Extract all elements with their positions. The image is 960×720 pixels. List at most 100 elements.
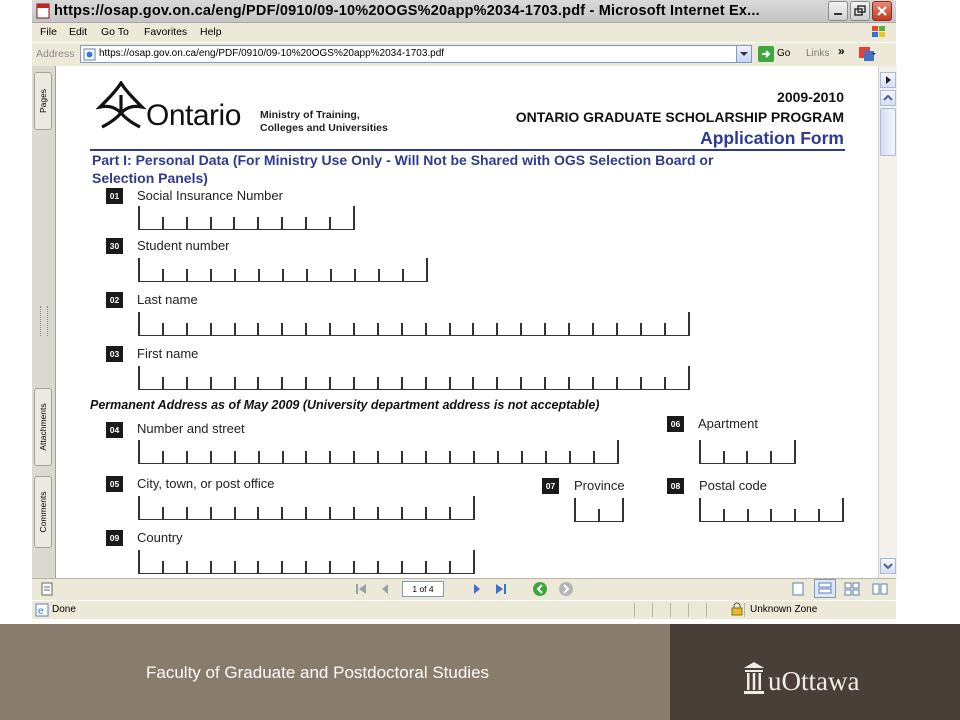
scroll-thumb[interactable] xyxy=(880,108,896,156)
panel-splitter-grip[interactable] xyxy=(40,306,48,336)
field-box-divider xyxy=(449,451,451,464)
status-divider xyxy=(652,603,653,617)
field-box-divider xyxy=(210,323,212,336)
menu-edit[interactable]: Edit xyxy=(69,26,87,38)
tab-comments[interactable]: Comments xyxy=(34,476,52,548)
sin-input[interactable] xyxy=(138,206,355,230)
status-divider xyxy=(670,603,671,617)
field-box-divider xyxy=(210,507,212,520)
field-box-divider xyxy=(449,377,451,390)
menu-help[interactable]: Help xyxy=(200,26,222,38)
links-label[interactable]: Links xyxy=(806,48,829,59)
field-box-divider xyxy=(377,507,379,520)
translate-icon[interactable] xyxy=(858,46,876,67)
field-box-divider xyxy=(186,323,188,336)
part-heading-line-1: Part I: Personal Data (For Ministry Use … xyxy=(92,152,714,168)
tab-attachments-label: Attachments xyxy=(38,403,48,451)
address-dropdown-button[interactable] xyxy=(736,45,752,63)
field-box-divider xyxy=(425,451,427,464)
field-number-badge: 02 xyxy=(106,292,123,308)
vertical-scrollbar[interactable] xyxy=(878,66,897,578)
first-name-input[interactable] xyxy=(138,366,690,390)
field-box-divider xyxy=(747,509,749,522)
back-view-icon[interactable] xyxy=(532,581,548,602)
city-input[interactable] xyxy=(138,496,475,520)
field-box-divider xyxy=(234,323,236,336)
menu-favorites[interactable]: Favorites xyxy=(144,26,187,38)
restore-button[interactable] xyxy=(850,1,870,21)
field-box-divider xyxy=(162,451,164,464)
first-page-icon[interactable] xyxy=(354,582,368,601)
field-number-badge: 30 xyxy=(106,238,123,254)
address-input[interactable]: https://osap.gov.on.ca/eng/PDF/0910/09-1… xyxy=(80,45,752,63)
field-box-divider xyxy=(234,507,236,520)
single-page-icon[interactable] xyxy=(790,581,806,602)
tab-attachments[interactable]: Attachments xyxy=(34,388,52,466)
field-box-divider xyxy=(592,323,594,336)
field-box-divider xyxy=(186,269,188,282)
field-label-city: City, town, or post office xyxy=(137,476,275,491)
tab-pages[interactable]: Pages xyxy=(34,72,52,130)
field-box-divider xyxy=(425,377,427,390)
apartment-input[interactable] xyxy=(699,440,796,464)
continuous-page-icon[interactable] xyxy=(814,579,836,598)
panel-expand-arrow-icon[interactable] xyxy=(880,72,896,88)
field-box-divider xyxy=(210,217,212,230)
navigation-panel: Pages Attachments Comments xyxy=(32,66,56,578)
field-box-divider xyxy=(162,269,164,282)
links-chevron-icon[interactable]: » xyxy=(838,44,845,58)
postal-code-input[interactable] xyxy=(699,498,844,522)
address-label: Address xyxy=(36,48,75,60)
last-name-input[interactable] xyxy=(138,312,690,336)
next-page-icon[interactable] xyxy=(470,582,484,601)
field-box-divider xyxy=(234,561,236,574)
field-box-divider xyxy=(640,323,642,336)
field-box-divider xyxy=(520,377,522,390)
go-button[interactable]: Go xyxy=(758,45,794,63)
field-box-divider xyxy=(377,323,379,336)
field-box-divider xyxy=(257,323,259,336)
page-number-field[interactable]: 1 of 4 xyxy=(402,581,444,597)
status-divider xyxy=(744,603,745,617)
menu-go-to[interactable]: Go To xyxy=(101,26,129,38)
field-box-divider xyxy=(281,323,283,336)
field-box-divider xyxy=(282,269,284,282)
field-label-last-name: Last name xyxy=(137,292,198,307)
field-box-divider xyxy=(353,323,355,336)
field-box-divider xyxy=(353,377,355,390)
last-page-icon[interactable] xyxy=(494,582,508,601)
continuous-facing-icon[interactable] xyxy=(872,581,888,602)
field-box-divider xyxy=(210,269,212,282)
scroll-down-button[interactable] xyxy=(880,558,896,574)
field-box-divider xyxy=(162,507,164,520)
field-box-divider xyxy=(353,507,355,520)
ontario-wordmark: Ontario xyxy=(146,99,241,132)
menu-file[interactable]: File xyxy=(40,26,57,38)
field-box-divider xyxy=(378,269,380,282)
field-box-divider xyxy=(281,507,283,520)
field-box-divider xyxy=(818,509,820,522)
minimize-button[interactable] xyxy=(828,1,848,21)
address-heading: Permanent Address as of May 2009 (Univer… xyxy=(90,398,600,412)
street-input[interactable] xyxy=(138,440,619,464)
field-box-divider xyxy=(330,269,332,282)
field-box-divider xyxy=(329,377,331,390)
tab-comments-label: Comments xyxy=(38,491,48,533)
university-building-icon xyxy=(742,660,766,701)
facing-pages-icon[interactable] xyxy=(844,581,860,602)
previous-page-icon[interactable] xyxy=(378,582,392,601)
scroll-up-button[interactable] xyxy=(880,90,896,106)
page-layout-icon[interactable] xyxy=(40,582,54,601)
field-box-divider xyxy=(329,561,331,574)
forward-view-icon[interactable] xyxy=(558,581,574,602)
province-input[interactable] xyxy=(574,498,624,522)
address-url: https://osap.gov.on.ca/eng/PDF/0910/09-1… xyxy=(99,48,445,59)
field-box-divider xyxy=(699,440,701,464)
security-zone: Unknown Zone xyxy=(750,604,818,615)
field-box-divider xyxy=(138,206,140,230)
field-box-divider xyxy=(305,507,307,520)
field-box-divider xyxy=(473,451,475,464)
country-input[interactable] xyxy=(138,550,475,574)
close-button[interactable] xyxy=(872,1,892,21)
student-number-input[interactable] xyxy=(138,258,428,282)
